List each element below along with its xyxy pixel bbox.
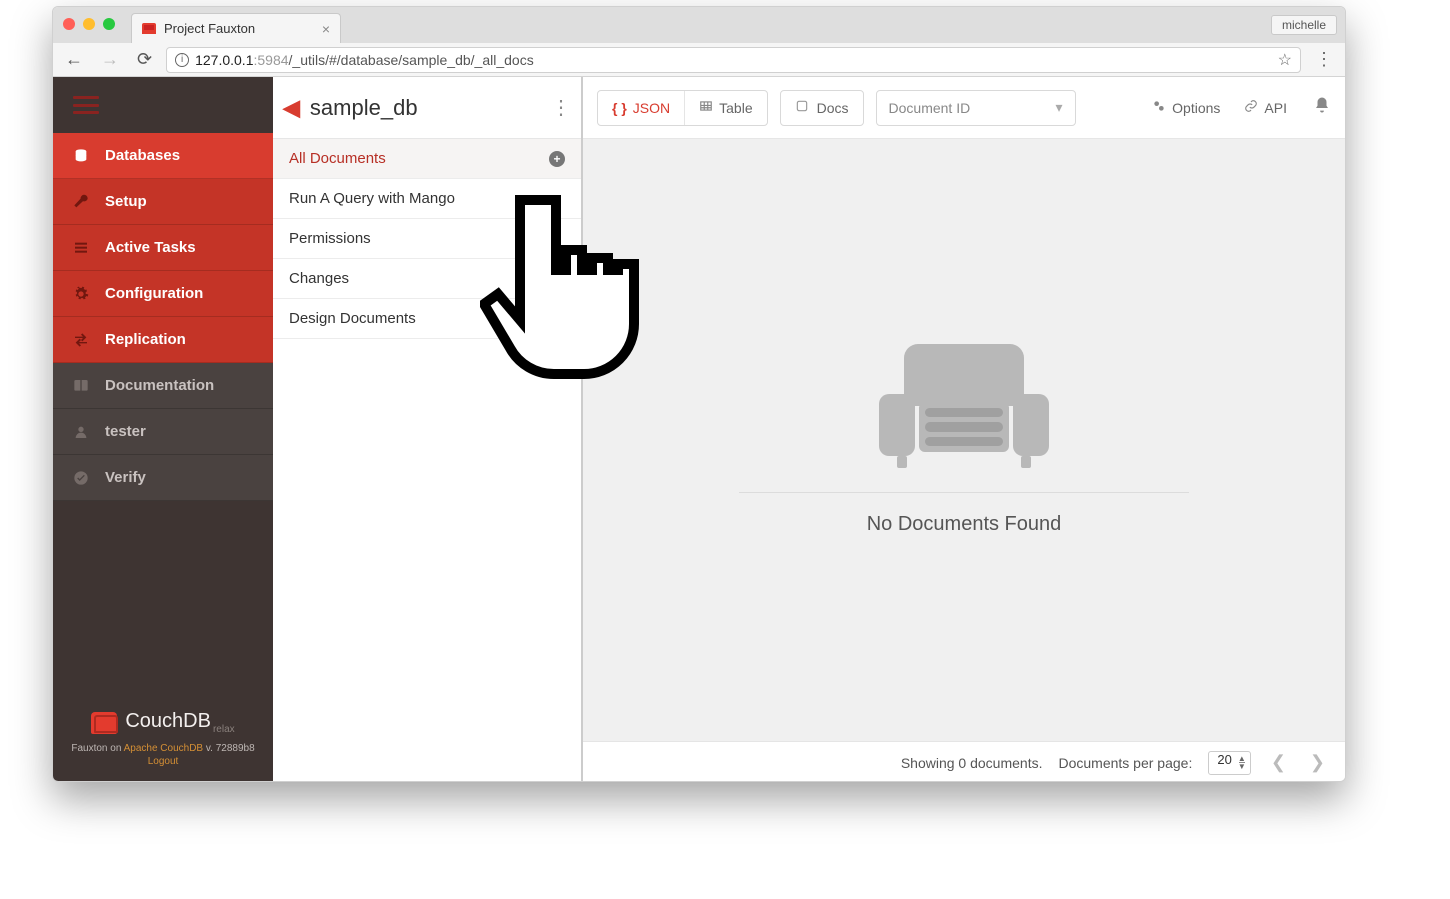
chrome-menu-icon[interactable]: ⋮ xyxy=(1311,49,1337,70)
book-icon xyxy=(71,378,91,394)
sidebar-item-label: tester xyxy=(105,423,146,440)
replication-icon xyxy=(71,332,91,348)
content-toolbar: { } JSON Table Docs xyxy=(583,77,1345,139)
tab-title: Project Fauxton xyxy=(164,21,255,36)
document-id-dropdown[interactable]: Document ID ▾ xyxy=(876,90,1076,126)
browser-tab-strip: Project Fauxton × michelle xyxy=(53,7,1345,43)
sidebar-item-setup[interactable]: Setup xyxy=(53,179,273,225)
window-traffic-lights xyxy=(63,18,115,30)
options-link[interactable]: Options xyxy=(1146,99,1226,116)
sidebar-item-databases[interactable]: Databases xyxy=(53,133,273,179)
sidebar-item-verify[interactable]: Verify xyxy=(53,455,273,501)
sidebar-item-label: Databases xyxy=(105,147,180,164)
browser-tab[interactable]: Project Fauxton × xyxy=(131,13,341,43)
subnav-header: ◀ sample_db ⋮ xyxy=(273,77,581,139)
showing-text: Showing 0 documents. xyxy=(901,755,1043,771)
couchdb-logo-icon xyxy=(91,712,117,734)
couchdb-logo-text: CouchDBrelax xyxy=(125,710,234,735)
content-area: { } JSON Table Docs xyxy=(583,77,1345,782)
chrome-profile-badge[interactable]: michelle xyxy=(1271,15,1337,35)
footer-version: Fauxton on Apache CouchDB v. 72889b8 xyxy=(63,743,263,754)
view-mode-segment: { } JSON Table xyxy=(597,90,768,126)
stepper-icon: ▲▼ xyxy=(1238,755,1246,771)
sidebar-item-configuration[interactable]: Configuration xyxy=(53,271,273,317)
subnav-item-label: Changes xyxy=(289,270,349,287)
reload-button[interactable]: ⟳ xyxy=(133,49,156,70)
tasks-icon xyxy=(71,240,91,256)
include-docs-button[interactable]: Docs xyxy=(780,90,864,126)
checkbox-icon xyxy=(795,99,809,116)
sidebar-item-replication[interactable]: Replication xyxy=(53,317,273,363)
maximize-window-icon[interactable] xyxy=(103,18,115,30)
subnav-item-all-documents[interactable]: All Documents + xyxy=(273,139,581,179)
sidebar-item-label: Verify xyxy=(105,469,146,486)
subnav-panel: ◀ sample_db ⋮ All Documents + Run A Quer… xyxy=(273,77,583,782)
check-icon xyxy=(71,470,91,486)
api-link[interactable]: API xyxy=(1238,99,1293,116)
subnav-item-label: All Documents xyxy=(289,150,386,167)
table-icon xyxy=(699,99,713,116)
back-button[interactable]: ← xyxy=(61,49,87,70)
logout-link[interactable]: Logout xyxy=(148,756,179,767)
sidebar-item-active-tasks[interactable]: Active Tasks xyxy=(53,225,273,271)
perpage-label: Documents per page: xyxy=(1058,755,1192,771)
perpage-select[interactable]: 20 ▲▼ xyxy=(1208,751,1250,775)
add-document-icon[interactable]: + xyxy=(549,151,565,167)
empty-message: No Documents Found xyxy=(867,513,1062,536)
subnav-item-permissions[interactable]: Permissions xyxy=(273,219,581,259)
gears-icon xyxy=(1152,99,1166,116)
sidebar-item-documentation[interactable]: Documentation xyxy=(53,363,273,409)
close-tab-icon[interactable]: × xyxy=(322,21,330,37)
notifications-bell-icon[interactable] xyxy=(1305,96,1331,119)
subnav-item-label: Design Documents xyxy=(289,310,416,327)
address-bar[interactable]: i 127.0.0.1:5984/_utils/#/database/sampl… xyxy=(166,47,1301,73)
bookmark-star-icon[interactable]: ☆ xyxy=(1278,50,1292,70)
forward-button[interactable]: → xyxy=(97,49,123,70)
subnav-item-changes[interactable]: Changes xyxy=(273,259,581,299)
table-view-button[interactable]: Table xyxy=(685,91,766,125)
sidebar: Databases Setup Active Tasks Configurati… xyxy=(53,77,273,782)
close-window-icon[interactable] xyxy=(63,18,75,30)
gear-icon xyxy=(71,286,91,302)
database-title: sample_db xyxy=(310,95,541,121)
database-icon xyxy=(71,148,91,164)
subnav-item-design-documents[interactable]: Design Documents xyxy=(273,299,581,339)
sidebar-item-label: Documentation xyxy=(105,377,214,394)
browser-toolbar: ← → ⟳ i 127.0.0.1:5984/_utils/#/database… xyxy=(53,43,1345,77)
pager-bar: Showing 0 documents. Documents per page:… xyxy=(583,741,1345,782)
user-icon xyxy=(71,424,91,440)
link-icon xyxy=(1244,99,1258,116)
hamburger-icon[interactable] xyxy=(73,96,99,114)
json-view-button[interactable]: { } JSON xyxy=(598,91,685,125)
url-host: 127.0.0.1 xyxy=(195,52,253,68)
url-port: :5984 xyxy=(253,52,288,68)
sidebar-item-label: Configuration xyxy=(105,285,203,302)
db-kebab-menu-icon[interactable]: ⋮ xyxy=(551,95,571,120)
subnav-item-mango[interactable]: Run A Query with Mango xyxy=(273,179,581,219)
couch-empty-icon xyxy=(879,344,1049,474)
sidebar-footer: CouchDBrelax Fauxton on Apache CouchDB v… xyxy=(53,694,273,782)
sidebar-item-user[interactable]: tester xyxy=(53,409,273,455)
sidebar-item-label: Active Tasks xyxy=(105,239,196,256)
sidebar-toggle-row xyxy=(53,77,273,133)
subnav-item-label: Run A Query with Mango xyxy=(289,190,455,207)
sidebar-item-label: Replication xyxy=(105,331,186,348)
minimize-window-icon[interactable] xyxy=(83,18,95,30)
braces-icon: { } xyxy=(612,100,627,116)
footer-apache-link[interactable]: Apache CouchDB xyxy=(124,743,204,754)
dropdown-caret-icon: ▾ xyxy=(1055,99,1062,116)
couchdb-favicon xyxy=(142,23,156,34)
wrench-icon xyxy=(71,194,91,210)
url-path: /_utils/#/database/sample_db/_all_docs xyxy=(289,52,534,68)
divider xyxy=(739,492,1189,493)
back-chevron-icon[interactable]: ◀ xyxy=(283,95,300,121)
page-prev-icon[interactable]: ❮ xyxy=(1267,752,1290,773)
empty-state: No Documents Found xyxy=(583,139,1345,741)
sidebar-item-label: Setup xyxy=(105,193,147,210)
page-next-icon[interactable]: ❯ xyxy=(1306,752,1329,773)
site-info-icon[interactable]: i xyxy=(175,53,189,67)
subnav-item-label: Permissions xyxy=(289,230,371,247)
